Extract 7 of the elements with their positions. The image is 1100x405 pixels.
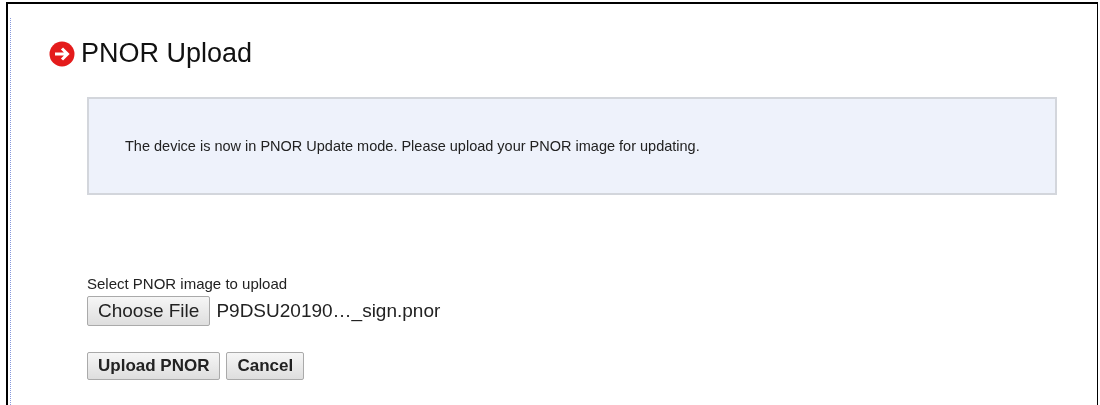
upload-button[interactable]: Upload PNOR [87,352,221,380]
cancel-button[interactable]: Cancel [226,352,305,380]
page-title: PNOR Upload [81,38,253,69]
choose-file-button[interactable]: Choose File [87,296,211,326]
notice-message: The device is now in PNOR Update mode. Please upload your PNOR image for updating. [87,97,1057,195]
file-name: P9DSU20190…_sign.pnor [216,300,441,322]
file-label: Select PNOR image to upload [87,275,289,292]
